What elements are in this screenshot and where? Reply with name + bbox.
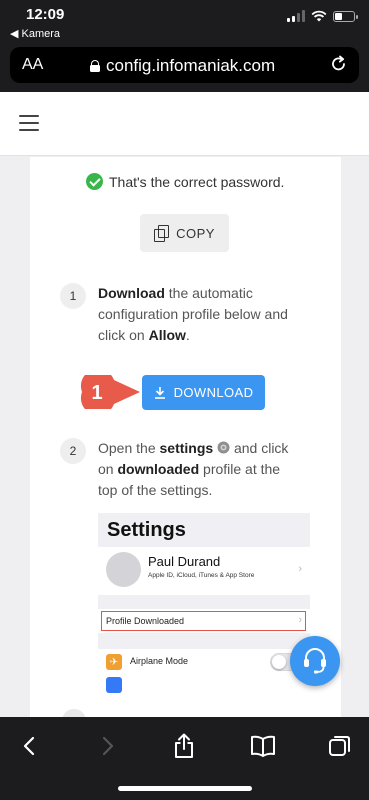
download-icon — [154, 387, 165, 399]
copy-icon — [154, 225, 170, 242]
step-1-text: Download the automatic configuration pro… — [98, 285, 288, 343]
address-bar[interactable]: AA config.infomaniak.com — [10, 47, 359, 83]
url-display[interactable]: config.infomaniak.com — [90, 56, 275, 76]
tabs-icon — [329, 736, 350, 756]
success-message: That's the correct password. — [86, 173, 284, 190]
step-2-text: Open the settings and click on downloade… — [98, 440, 289, 498]
chevron-right-icon: › — [298, 563, 302, 575]
bookmarks-button[interactable] — [248, 731, 278, 761]
home-indicator — [118, 786, 252, 791]
status-time: 12:09 — [26, 6, 65, 23]
user-subtitle: Apple ID, iCloud, iTunes & App Store — [148, 572, 255, 579]
avatar — [106, 552, 141, 587]
success-text: That's the correct password. — [109, 173, 285, 190]
step-2: 2 Open the settings and click on downloa… — [60, 438, 303, 501]
battery-icon — [333, 10, 358, 22]
download-label: DOWNLOAD — [173, 385, 254, 400]
forward-button[interactable] — [93, 731, 123, 761]
airplane-icon: ✈ — [106, 654, 122, 670]
content-card: That's the correct password. COPY 1 Down… — [30, 157, 341, 717]
browser-top-chrome: 12:09 ◀ Kamera AA config.infomaniak.com — [0, 0, 369, 92]
check-icon — [86, 173, 103, 190]
settings-screenshot: Settings Paul Durand Apple ID, iCloud, i… — [98, 513, 310, 693]
chevron-right-icon: › — [298, 614, 302, 626]
settings-title: Settings — [107, 519, 186, 541]
chevron-left-icon — [23, 736, 35, 756]
lock-icon — [90, 60, 100, 72]
copy-button[interactable]: COPY — [140, 214, 229, 252]
profile-downloaded-highlight: Profile Downloaded — [101, 611, 306, 631]
download-button[interactable]: DOWNLOAD — [142, 375, 265, 410]
step-number: 1 — [60, 283, 86, 309]
reload-icon[interactable] — [329, 54, 349, 74]
user-name: Paul Durand — [148, 554, 221, 569]
profile-label: Profile Downloaded — [106, 616, 185, 626]
status-icons — [287, 10, 358, 22]
settings-airplane-row: ✈ Airplane Mode — [98, 649, 310, 693]
url-text: config.infomaniak.com — [106, 56, 276, 75]
menu-icon[interactable] — [19, 115, 39, 131]
signal-icon — [287, 10, 305, 22]
text-size-button[interactable]: AA — [22, 56, 43, 74]
wifi-icon — [311, 10, 327, 22]
callout-number: 1 — [91, 382, 102, 404]
settings-profile-row: Profile Downloaded › — [98, 609, 310, 633]
settings-gear-icon — [217, 441, 230, 454]
copy-label: COPY — [176, 225, 215, 241]
site-header — [0, 92, 369, 156]
settings-user-row: Paul Durand Apple ID, iCloud, iTunes & A… — [98, 547, 310, 595]
airplane-label: Airplane Mode — [130, 656, 189, 666]
back-to-app-link[interactable]: ◀ Kamera — [10, 27, 60, 40]
tabs-button[interactable] — [325, 731, 355, 761]
book-icon — [251, 735, 275, 757]
back-button[interactable] — [14, 731, 44, 761]
chevron-right-icon — [102, 736, 114, 756]
wifi-setting-icon — [106, 677, 122, 693]
headset-icon — [304, 648, 326, 674]
step-number: 2 — [60, 438, 86, 464]
share-button[interactable] — [169, 731, 199, 761]
support-button[interactable] — [290, 636, 340, 686]
share-icon — [175, 733, 193, 758]
step-1: 1 Download the automatic configuration p… — [60, 283, 303, 346]
callout-marker: 1 — [80, 375, 140, 409]
